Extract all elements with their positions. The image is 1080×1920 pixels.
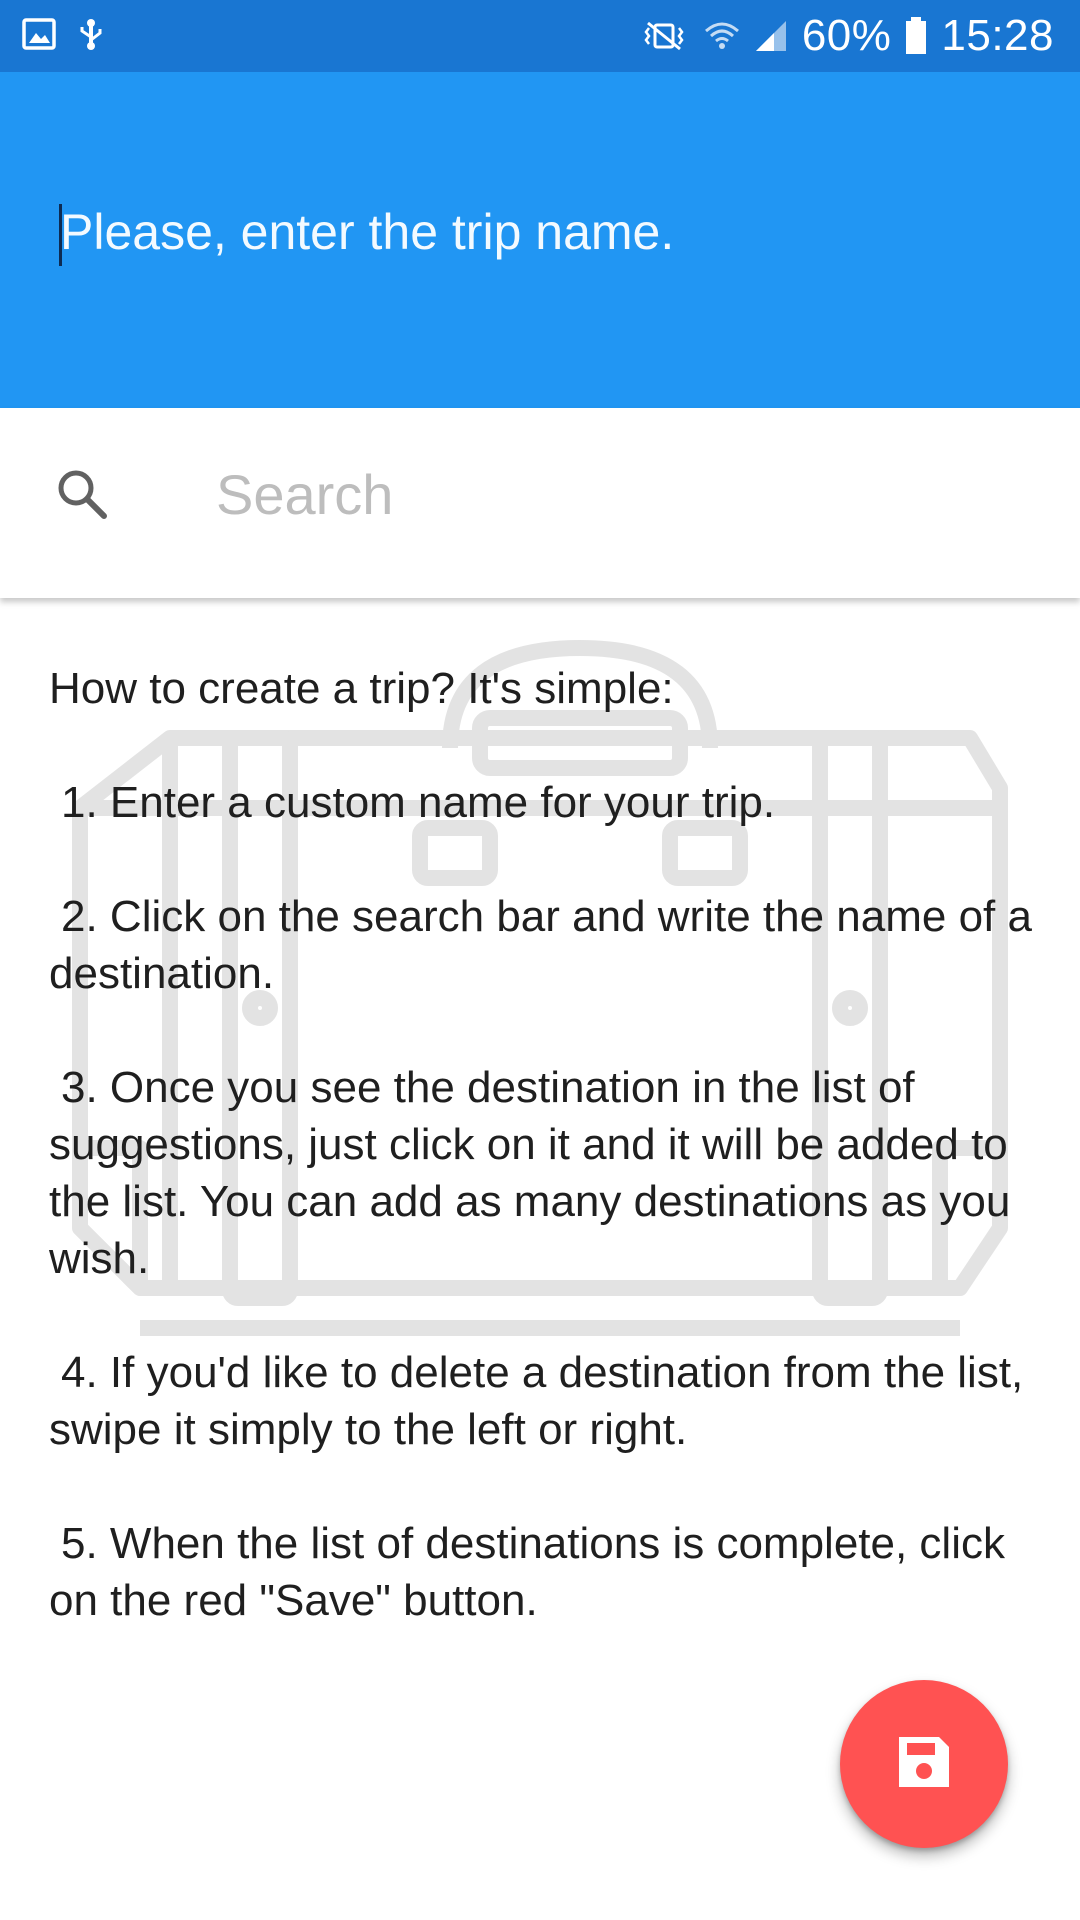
- mute-vibrate-icon: [638, 19, 690, 53]
- status-bar-left: [22, 17, 104, 56]
- usb-debug-icon: [78, 17, 104, 56]
- screen: 60% 15:28 Please, enter the trip name. S…: [0, 0, 1080, 1920]
- save-button[interactable]: [840, 1680, 1008, 1848]
- search-input[interactable]: [216, 462, 1016, 526]
- cell-signal-icon: [754, 19, 788, 53]
- instructions-text: How to create a trip? It's simple: 1. En…: [49, 660, 1039, 1686]
- wifi-icon: [704, 19, 740, 53]
- instruction-step: 5. When the list of destinations is comp…: [49, 1519, 1005, 1625]
- instruction-step: 2. Click on the search bar and write the…: [49, 892, 1032, 998]
- trip-name-input[interactable]: [60, 200, 1020, 264]
- save-icon: [895, 1733, 953, 1796]
- status-bar-right: 60% 15:28: [638, 0, 1054, 72]
- instruction-step: 4. If you'd like to delete a destination…: [49, 1348, 1024, 1454]
- instruction-step: 1. Enter a custom name for your trip.: [61, 778, 776, 827]
- battery-icon: [905, 17, 927, 55]
- text-cursor: [59, 204, 62, 266]
- status-bar: 60% 15:28: [0, 0, 1080, 72]
- instructions-intro: How to create a trip? It's simple:: [49, 664, 674, 713]
- clock: 15:28: [941, 11, 1054, 60]
- instruction-step: 3. Once you see the destination in the l…: [49, 1063, 1011, 1283]
- search-icon[interactable]: [54, 466, 110, 522]
- gallery-notification-icon: [22, 17, 56, 55]
- battery-percent: 60%: [801, 11, 892, 60]
